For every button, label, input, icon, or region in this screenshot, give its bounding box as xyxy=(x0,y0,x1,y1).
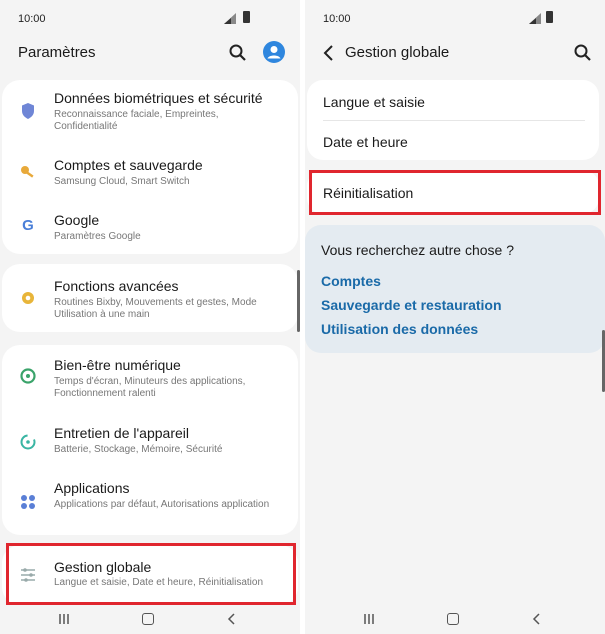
link-backup-restore[interactable]: Sauvegarde et restauration xyxy=(321,297,502,313)
nav-bar xyxy=(305,604,605,634)
item-subtitle: Applications par défaut, Autorisations a… xyxy=(54,499,270,510)
item-title: Entretien de l'appareil xyxy=(54,425,189,441)
settings-item-device-care[interactable]: Entretien de l'appareil Batterie, Stocka… xyxy=(2,417,298,467)
settings-group-device: Bien-être numérique Temps d'écran, Minut… xyxy=(2,345,298,535)
highlight-box xyxy=(309,170,601,215)
item-subtitle: Paramètres Google xyxy=(54,231,141,242)
nav-bar xyxy=(0,604,300,634)
item-title: Fonctions avancées xyxy=(54,278,179,294)
link-accounts[interactable]: Comptes xyxy=(321,273,381,289)
signal-icon xyxy=(529,13,541,24)
battery-icon xyxy=(546,11,553,23)
settings-item-advanced-features[interactable]: Fonctions avancées Routines Bixby, Mouve… xyxy=(2,264,298,332)
suggestions-card: Vous recherchez autre chose ? Comptes Sa… xyxy=(305,225,605,353)
battery-icon xyxy=(243,11,250,23)
item-subtitle: Samsung Cloud, Smart Switch xyxy=(54,176,190,187)
wellbeing-icon xyxy=(20,368,36,384)
menu-item-language[interactable]: Langue et saisie xyxy=(323,94,585,110)
search-icon[interactable] xyxy=(573,43,593,63)
key-icon xyxy=(21,166,34,178)
item-title: Données biométriques et sécurité xyxy=(54,90,263,106)
settings-item-applications[interactable]: Applications Applications par défaut, Au… xyxy=(2,473,298,533)
search-icon[interactable] xyxy=(228,43,248,63)
recent-apps-icon[interactable] xyxy=(58,613,70,625)
separator xyxy=(323,120,585,121)
header: Gestion globale xyxy=(305,38,605,68)
back-nav-icon[interactable] xyxy=(531,613,543,625)
device-care-icon xyxy=(20,434,36,450)
status-bar: 10:00 xyxy=(0,0,300,38)
item-subtitle: Temps d'écran, Minuteurs des application… xyxy=(54,376,246,399)
item-title: Bien-être numérique xyxy=(54,357,181,373)
home-icon[interactable] xyxy=(142,613,154,625)
status-time: 10:00 xyxy=(18,13,46,25)
settings-group-security: Données biométriques et sécurité Reconna… xyxy=(2,80,298,254)
suggestions-question: Vous recherchez autre chose ? xyxy=(321,242,515,258)
google-icon: G xyxy=(22,217,34,234)
item-subtitle: Reconnaissance faciale, Empreintes, Conf… xyxy=(54,109,219,132)
status-bar: 10:00 xyxy=(305,0,605,38)
shield-icon xyxy=(22,103,34,119)
settings-item-biometrics[interactable]: Données biométriques et sécurité Reconna… xyxy=(2,80,298,140)
page-title: Gestion globale xyxy=(345,44,450,61)
home-icon[interactable] xyxy=(447,613,459,625)
apps-icon xyxy=(21,495,35,509)
highlight-box xyxy=(6,543,296,605)
item-subtitle: Batterie, Stockage, Mémoire, Sécurité xyxy=(54,444,223,455)
item-title: Applications xyxy=(54,480,130,496)
general-management-screen: 10:00 Gestion globale Langue et saisie D… xyxy=(305,0,605,634)
gear-plus-icon xyxy=(22,292,34,304)
page-title: Paramètres xyxy=(18,44,96,61)
settings-group-advanced: Fonctions avancées Routines Bixby, Mouve… xyxy=(2,264,298,332)
signal-icon xyxy=(224,13,236,24)
settings-screen: 10:00 Paramètres Données biométriques et… xyxy=(0,0,300,634)
item-title: Google xyxy=(54,212,100,228)
link-data-usage[interactable]: Utilisation des données xyxy=(321,321,478,337)
header: Paramètres xyxy=(0,38,300,68)
options-card: Langue et saisie Date et heure xyxy=(307,80,599,160)
settings-item-wellbeing[interactable]: Bien-être numérique Temps d'écran, Minut… xyxy=(2,345,298,409)
settings-item-google[interactable]: G Google Paramètres Google xyxy=(2,202,298,250)
recent-apps-icon[interactable] xyxy=(363,613,375,625)
back-arrow-icon[interactable] xyxy=(319,43,339,63)
back-nav-icon[interactable] xyxy=(226,613,238,625)
item-subtitle: Routines Bixby, Mouvements et gestes, Mo… xyxy=(54,297,257,320)
settings-item-accounts[interactable]: Comptes et sauvegarde Samsung Cloud, Sma… xyxy=(2,147,298,195)
screenshot-composite: 10:00 Paramètres Données biométriques et… xyxy=(0,0,605,634)
account-icon[interactable] xyxy=(263,41,285,63)
item-title: Comptes et sauvegarde xyxy=(54,157,203,173)
status-time: 10:00 xyxy=(323,13,351,25)
menu-item-date-time[interactable]: Date et heure xyxy=(323,134,585,150)
